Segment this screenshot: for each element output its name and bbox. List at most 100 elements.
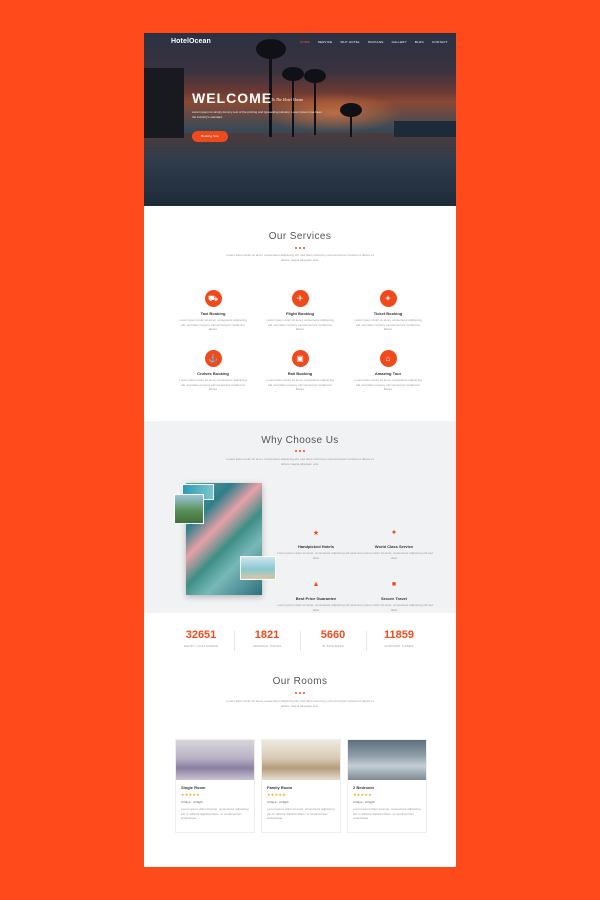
ticket-icon: ✦: [379, 290, 397, 307]
rooms-desc: Lorem ipsum dolor sit amet, consectetur …: [226, 699, 374, 708]
room-title: Family Room: [267, 785, 293, 790]
room-desc: Lorem ipsum dolor sit amet, consectetur …: [353, 807, 421, 820]
room-image: [348, 740, 426, 780]
airplane-icon: ✈: [291, 290, 309, 307]
nav-gallery[interactable]: GALLERY: [392, 40, 407, 44]
service-item[interactable]: ✈ Flight Booking Lorem ipsum dolor sit a…: [265, 290, 335, 332]
room-duration: 3 Days - 4 Night: [353, 800, 375, 804]
palm-tree: [144, 68, 184, 138]
room-duration: 3 Days - 4 Night: [267, 800, 289, 804]
page: HotelOcean HOME SERVICE WHY HOTEL PACKAG…: [144, 33, 456, 867]
star-icon: ★: [312, 530, 320, 537]
feature-desc: Lorem ipsum dolor sit amet, consectetur …: [277, 551, 355, 560]
stat-label: SUPPORT CASES: [384, 644, 414, 648]
shield-icon: ■: [391, 581, 397, 588]
service-item[interactable]: ▣ Rail Booking Lorem ipsum dolor sit ame…: [265, 350, 335, 392]
room-card[interactable]: Single Room ★★★★★ 3 Days - 4 Night Lorem…: [175, 739, 255, 833]
feature-title: World Class Service: [374, 544, 414, 549]
service-desc: Lorem ipsum dolor sit amet, consectetur …: [179, 318, 247, 331]
feature-desc: Lorem ipsum dolor sit amet, consectetur …: [355, 551, 433, 560]
nav-blog[interactable]: BLOG: [415, 40, 424, 44]
service-title: Cruises Booking: [197, 371, 229, 376]
palm-tree: [282, 67, 304, 81]
services-desc: Lorem ipsum dolor sit amet, consectetur …: [226, 253, 374, 262]
room-image: [176, 740, 254, 780]
nav-contact[interactable]: CONTACT: [432, 40, 448, 44]
hero-text: Lorem Ipsum is simply dummy text of the …: [192, 110, 322, 119]
nav-package[interactable]: PACKAGE: [368, 40, 384, 44]
service-item[interactable]: ⌂ Amazing Tour Lorem ipsum dolor sit ame…: [353, 350, 423, 392]
thumbs-up-icon: ▲: [312, 581, 320, 588]
service-title: Taxi Booking: [200, 311, 226, 316]
room-title: 2 Bedroom: [353, 785, 374, 790]
stat-label: IN BUSINESS: [321, 644, 345, 648]
stat-value: 32651: [185, 629, 217, 641]
service-item[interactable]: ⛟ Taxi Booking Lorem ipsum dolor sit ame…: [178, 290, 248, 332]
pool-reflection: [144, 133, 456, 206]
service-item[interactable]: ✦ Ticket Booking Lorem ipsum dolor sit a…: [353, 290, 423, 332]
main-nav: HOME SERVICE WHY HOTEL PACKAGE GALLERY B…: [300, 40, 456, 44]
nav-why-hotel[interactable]: WHY HOTEL: [340, 40, 360, 44]
nav-home[interactable]: HOME: [300, 40, 310, 44]
feature-item: ● World Class Service Lorem ipsum dolor …: [354, 529, 434, 560]
service-title: Rail Booking: [287, 371, 313, 376]
service-desc: Lorem ipsum dolor sit amet, consectetur …: [354, 318, 422, 331]
feature-desc: Lorem ipsum dolor sit amet, consectetur …: [355, 603, 433, 612]
stat-in-business: 5660 IN BUSINESS: [300, 629, 366, 648]
stat-support-cases: 11859 SUPPORT CASES: [366, 629, 432, 648]
hero-title: WELCOME: [192, 90, 273, 106]
stat-amazing-tours: 1821 AMAZING TOURS: [234, 629, 300, 648]
service-desc: Lorem ipsum dolor sit amet, consectetur …: [266, 378, 334, 391]
feature-title: Secure Travel: [380, 596, 408, 601]
site-logo[interactable]: HotelOcean: [171, 38, 211, 45]
service-desc: Lorem ipsum dolor sit amet, consectetur …: [354, 378, 422, 391]
services-title: Our Services: [268, 231, 332, 242]
ship-icon: ⚓: [204, 350, 222, 367]
booking-now-button[interactable]: Booking Now: [192, 131, 228, 142]
palm-tree: [314, 75, 316, 135]
room-rating: ★★★★★: [181, 792, 200, 797]
feature-title: Handpicked Hotels: [297, 544, 334, 549]
rooms-title: Our Rooms: [272, 676, 328, 687]
room-title: Single Room: [181, 785, 206, 790]
why-choose-us-section: Why Choose Us Lorem ipsum dolor sit amet…: [144, 421, 456, 613]
stat-value: 11859: [384, 629, 414, 641]
resort-beach-image: [240, 556, 276, 580]
feature-title: Best Price Guarantee: [295, 596, 337, 601]
service-title: Flight Booking: [286, 311, 314, 316]
room-desc: Lorem ipsum dolor sit amet, consectetur …: [267, 807, 335, 820]
room-duration: 3 Days - 4 Night: [181, 800, 203, 804]
service-item[interactable]: ⚓ Cruises Booking Lorem ipsum dolor sit …: [178, 350, 248, 392]
feature-item: ▲ Best Price Guarantee Lorem ipsum dolor…: [276, 581, 356, 612]
palm-tree: [394, 121, 456, 137]
title-divider: [294, 692, 306, 694]
title-divider: [294, 247, 306, 249]
train-icon: ▣: [291, 350, 309, 367]
hero-banner: HotelOcean HOME SERVICE WHY HOTEL PACKAG…: [144, 33, 456, 206]
taxi-icon: ⛟: [204, 290, 222, 307]
service-desc: Lorem ipsum dolor sit amet, consectetur …: [179, 378, 247, 391]
service-title: Amazing Tour: [374, 371, 402, 376]
stat-value: 1821: [254, 629, 280, 641]
room-desc: Lorem ipsum dolor sit amet, consectetur …: [181, 807, 249, 820]
stat-label: HAPPY CUSTOMERS: [183, 644, 219, 648]
room-card[interactable]: Family Room ★★★★★ 3 Days - 4 Night Lorem…: [261, 739, 341, 833]
feature-item: ★ Handpicked Hotels Lorem ipsum dolor si…: [276, 529, 356, 560]
why-desc: Lorem ipsum dolor sit amet, consectetur …: [226, 457, 374, 466]
why-title: Why Choose Us: [261, 435, 339, 446]
hero-subtitle: To The Hotel Ocean: [271, 97, 304, 102]
palm-tree: [304, 69, 326, 83]
room-rating: ★★★★★: [267, 792, 286, 797]
palm-tree: [350, 111, 352, 137]
room-card[interactable]: 2 Bedroom ★★★★★ 3 Days - 4 Night Lorem i…: [347, 739, 427, 833]
palm-tree: [256, 39, 286, 59]
stat-label: AMAZING TOURS: [252, 644, 282, 648]
palm-tree: [292, 73, 294, 137]
resort-garden-image: [174, 494, 204, 524]
home-icon: ⌂: [379, 350, 397, 367]
title-divider: [294, 450, 306, 452]
nav-service[interactable]: SERVICE: [318, 40, 333, 44]
feature-item: ■ Secure Travel Lorem ipsum dolor sit am…: [354, 581, 434, 612]
stat-happy-customers: 32651 HAPPY CUSTOMERS: [168, 629, 234, 648]
globe-icon: ●: [391, 529, 397, 536]
